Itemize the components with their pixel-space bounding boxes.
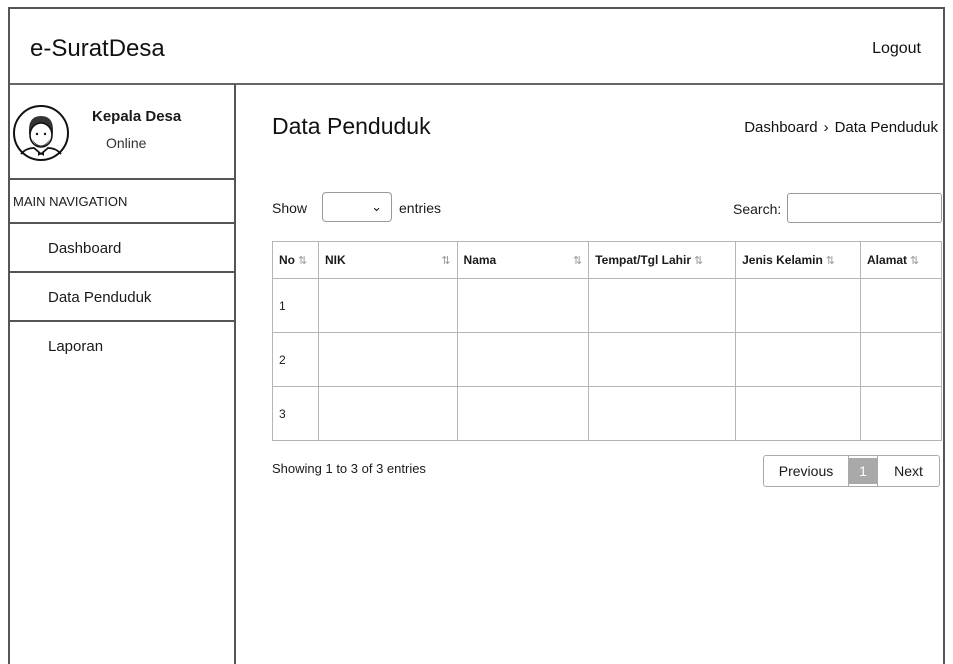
sidebar-item-data-penduduk[interactable]: Data Penduduk (10, 275, 234, 322)
table-cell (456, 278, 590, 333)
table-cell (860, 278, 942, 333)
entries-select[interactable]: ⌄ (322, 192, 392, 222)
column-header-alamat[interactable]: Alamat ⇅ (860, 241, 942, 279)
show-label: Show (272, 200, 308, 216)
table-cell: 2 (272, 332, 319, 387)
sort-icon: ⇅ (298, 255, 308, 267)
data-table: No ⇅ NIK ⇅ Nama ⇅ Tempat/Tgl Lahir ⇅ Jenis K… (272, 241, 942, 441)
nav-header: MAIN NAVIGATION (10, 180, 234, 224)
page-title: Data Penduduk (272, 113, 431, 139)
sidebar: Kepala Desa Online MAIN NAVIGATION Dashb… (8, 84, 236, 664)
table-row: 1 (272, 278, 942, 333)
table-cell (588, 332, 737, 387)
column-header-nik[interactable]: NIK ⇅ (317, 241, 458, 279)
breadcrumb-current: Data Penduduk (834, 119, 938, 136)
search-label: Search: (733, 201, 782, 217)
table-cell: 1 (272, 278, 319, 333)
avatar (13, 105, 69, 161)
chevron-down-icon: ⌄ (371, 199, 382, 214)
sort-icon: ⇅ (825, 255, 836, 267)
sort-icon: ⇅ (572, 255, 583, 267)
sidebar-item-laporan[interactable]: Laporan (10, 324, 234, 371)
table-row: 2 (272, 332, 942, 387)
table-cell: 3 (272, 386, 319, 441)
table-cell (860, 386, 942, 441)
entries-label: entries (399, 200, 442, 216)
top-header: e-SuratDesa Logout (8, 7, 945, 85)
user-panel: Kepala Desa Online (10, 84, 234, 180)
next-button[interactable]: Next (877, 456, 939, 486)
table-cell (317, 278, 458, 333)
column-header-no[interactable]: No ⇅ (272, 241, 319, 279)
previous-button[interactable]: Previous (764, 456, 849, 486)
column-header-tempat-tgl-lahir[interactable]: Tempat/Tgl Lahir ⇅ (588, 241, 737, 279)
table-row: 3 (272, 386, 942, 441)
table-cell (588, 386, 737, 441)
table-cell (456, 386, 590, 441)
sort-icon: ⇅ (694, 255, 704, 267)
breadcrumb-dashboard[interactable]: Dashboard (744, 119, 817, 136)
sort-icon: ⇅ (441, 255, 451, 267)
user-name: Kepala Desa (92, 108, 182, 125)
table-cell (735, 332, 862, 387)
sidebar-item-dashboard[interactable]: Dashboard (10, 226, 234, 273)
breadcrumb: Dashboard › Data Penduduk (744, 119, 938, 136)
table-cell (456, 332, 590, 387)
app-title: e-SuratDesa (30, 35, 165, 62)
table-cell (588, 278, 737, 333)
sort-icon: ⇅ (910, 255, 920, 267)
logout-link[interactable]: Logout (872, 40, 921, 58)
column-header-nama[interactable]: Nama ⇅ (456, 241, 590, 279)
table-cell (735, 386, 862, 441)
pagination: Previous 1 Next (763, 455, 940, 487)
table-cell (317, 386, 458, 441)
table-cell (860, 332, 942, 387)
table-header-row: No ⇅ NIK ⇅ Nama ⇅ Tempat/Tgl Lahir ⇅ Jenis K… (272, 241, 942, 279)
column-header-jenis-kelamin[interactable]: Jenis Kelamin ⇅ (735, 241, 862, 279)
table-info: Showing 1 to 3 of 3 entries (272, 461, 426, 476)
user-status: Online (106, 135, 147, 151)
table-cell (735, 278, 862, 333)
breadcrumb-separator-icon: › (823, 119, 829, 136)
page-1-button[interactable]: 1 (849, 458, 877, 484)
table-cell (317, 332, 458, 387)
search-input[interactable] (787, 193, 942, 223)
